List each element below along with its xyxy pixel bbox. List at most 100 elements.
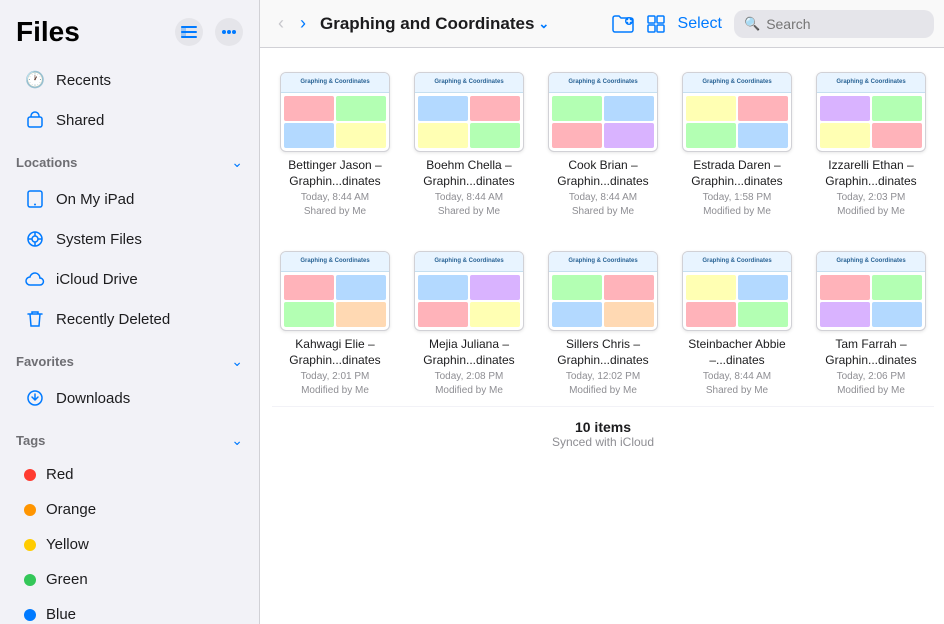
file-item[interactable]: Graphing & Coordinates Bettinger Jason –… (272, 64, 398, 227)
sidebar-item-recently-deleted[interactable]: Recently Deleted (8, 299, 251, 339)
favorites-section-header: Favorites ⌄ (0, 343, 259, 374)
sidebar-toggle-button[interactable] (175, 18, 203, 46)
sidebar-item-downloads[interactable]: Downloads (8, 378, 251, 418)
thumb-cell (470, 302, 520, 327)
grid-view-button[interactable] (646, 14, 666, 34)
file-thumbnail: Graphing & Coordinates (280, 251, 390, 331)
new-folder-button[interactable] (612, 14, 634, 34)
thumb-body (683, 272, 791, 330)
thumb-cell (552, 275, 602, 300)
main-content: ‹ › Graphing and Coordinates ⌄ (260, 0, 944, 624)
favorites-chevron-icon[interactable]: ⌄ (231, 353, 243, 370)
thumb-cell (686, 123, 736, 148)
sidebar-icloud-drive-label: iCloud Drive (56, 271, 138, 288)
thumb-cell (418, 123, 468, 148)
thumb-cell (820, 96, 870, 121)
thumb-cell (418, 96, 468, 121)
thumb-cell (284, 302, 334, 327)
file-grid-container: Graphing & Coordinates Bettinger Jason –… (260, 48, 944, 624)
sidebar-item-on-my-ipad[interactable]: On My iPad (8, 179, 251, 219)
sidebar-item-tag-yellow[interactable]: Yellow (8, 527, 251, 562)
sidebar-recents-label: Recents (56, 72, 111, 89)
search-bar: 🔍 🎤 (734, 10, 934, 38)
item-count: 10 items (284, 419, 922, 435)
file-meta: Today, 8:44 AMShared by Me (703, 370, 771, 398)
sidebar-item-tag-green[interactable]: Green (8, 562, 251, 597)
more-options-button[interactable] (215, 18, 243, 46)
sidebar-item-system-files[interactable]: System Files (8, 219, 251, 259)
thumb-cell (336, 275, 386, 300)
back-button[interactable]: ‹ (272, 9, 290, 38)
forward-button[interactable]: › (294, 9, 312, 38)
thumb-cell (738, 96, 788, 121)
thumb-cell (738, 275, 788, 300)
favorites-section-title: Favorites (16, 354, 74, 369)
file-item[interactable]: Graphing & Coordinates Izzarelli Ethan –… (808, 64, 934, 227)
thumb-cell (686, 96, 736, 121)
thumb-header: Graphing & Coordinates (281, 73, 389, 93)
tag-dot-orange (24, 504, 36, 516)
thumb-cell (738, 302, 788, 327)
thumb-cell (872, 302, 922, 327)
locations-chevron-icon[interactable]: ⌄ (231, 154, 243, 171)
file-thumbnail: Graphing & Coordinates (816, 251, 926, 331)
tags-section-title: Tags (16, 433, 45, 448)
select-button[interactable]: Select (678, 15, 722, 33)
sidebar-item-shared[interactable]: Shared (8, 100, 251, 140)
thumb-cell (872, 275, 922, 300)
thumb-cell (820, 275, 870, 300)
tag-dot-yellow (24, 539, 36, 551)
file-meta: Today, 2:01 PMModified by Me (301, 370, 370, 398)
sidebar-on-my-ipad-label: On My iPad (56, 191, 134, 208)
downloads-icon (24, 387, 46, 409)
trash-icon (24, 308, 46, 330)
thumb-body (415, 93, 523, 151)
file-thumbnail: Graphing & Coordinates (548, 251, 658, 331)
file-grid-footer: 10 items Synced with iCloud (272, 406, 934, 461)
current-folder-title: Graphing and Coordinates (320, 14, 534, 34)
file-meta: Today, 2:08 PMModified by Me (435, 370, 504, 398)
file-item[interactable]: Graphing & Coordinates Tam Farrah – Grap… (808, 243, 934, 406)
sidebar-header-icons (175, 18, 243, 46)
sidebar-item-recents[interactable]: 🕐 Recents (8, 60, 251, 100)
thumb-body (281, 93, 389, 151)
sidebar-item-icloud-drive[interactable]: iCloud Drive (8, 259, 251, 299)
thumb-body (683, 93, 791, 151)
file-item[interactable]: Graphing & Coordinates Cook Brian – Grap… (540, 64, 666, 227)
thumb-header: Graphing & Coordinates (549, 73, 657, 93)
file-item[interactable]: Graphing & Coordinates Mejia Juliana – G… (406, 243, 532, 406)
sidebar-item-tag-orange[interactable]: Orange (8, 492, 251, 527)
file-thumbnail: Graphing & Coordinates (682, 251, 792, 331)
icloud-icon (24, 268, 46, 290)
file-item[interactable]: Graphing & Coordinates Sillers Chris – G… (540, 243, 666, 406)
file-meta: Today, 2:03 PMModified by Me (837, 191, 906, 219)
thumb-cell (284, 96, 334, 121)
shared-icon (24, 109, 46, 131)
thumb-cell (284, 275, 334, 300)
sidebar-shared-label: Shared (56, 112, 104, 129)
tags-chevron-icon[interactable]: ⌄ (231, 432, 243, 449)
title-chevron-icon[interactable]: ⌄ (538, 16, 549, 32)
sidebar-item-tag-red[interactable]: Red (8, 457, 251, 492)
file-name: Sillers Chris – Graphin...dinates (548, 337, 658, 368)
file-name: Mejia Juliana – Graphin...dinates (414, 337, 524, 368)
file-item[interactable]: Graphing & Coordinates Estrada Daren – G… (674, 64, 800, 227)
thumb-cell (470, 96, 520, 121)
file-name: Steinbacher Abbie –...dinates (682, 337, 792, 368)
sidebar-title: Files (16, 16, 80, 48)
sidebar-item-tag-blue[interactable]: Blue (8, 597, 251, 624)
thumb-cell (820, 123, 870, 148)
file-item[interactable]: Graphing & Coordinates Kahwagi Elie – Gr… (272, 243, 398, 406)
file-item[interactable]: Graphing & Coordinates Boehm Chella – Gr… (406, 64, 532, 227)
file-name: Izzarelli Ethan – Graphin...dinates (816, 158, 926, 189)
file-item[interactable]: Graphing & Coordinates Steinbacher Abbie… (674, 243, 800, 406)
toolbar: ‹ › Graphing and Coordinates ⌄ (260, 0, 944, 48)
file-meta: Today, 8:44 AMShared by Me (569, 191, 637, 219)
search-input[interactable] (766, 16, 944, 32)
ipad-icon (24, 188, 46, 210)
thumb-header: Graphing & Coordinates (549, 252, 657, 272)
thumb-header: Graphing & Coordinates (683, 73, 791, 93)
file-meta: Today, 12:02 PMModified by Me (566, 370, 640, 398)
sidebar: Files 🕐 Recents (0, 0, 260, 624)
thumb-body (817, 272, 925, 330)
